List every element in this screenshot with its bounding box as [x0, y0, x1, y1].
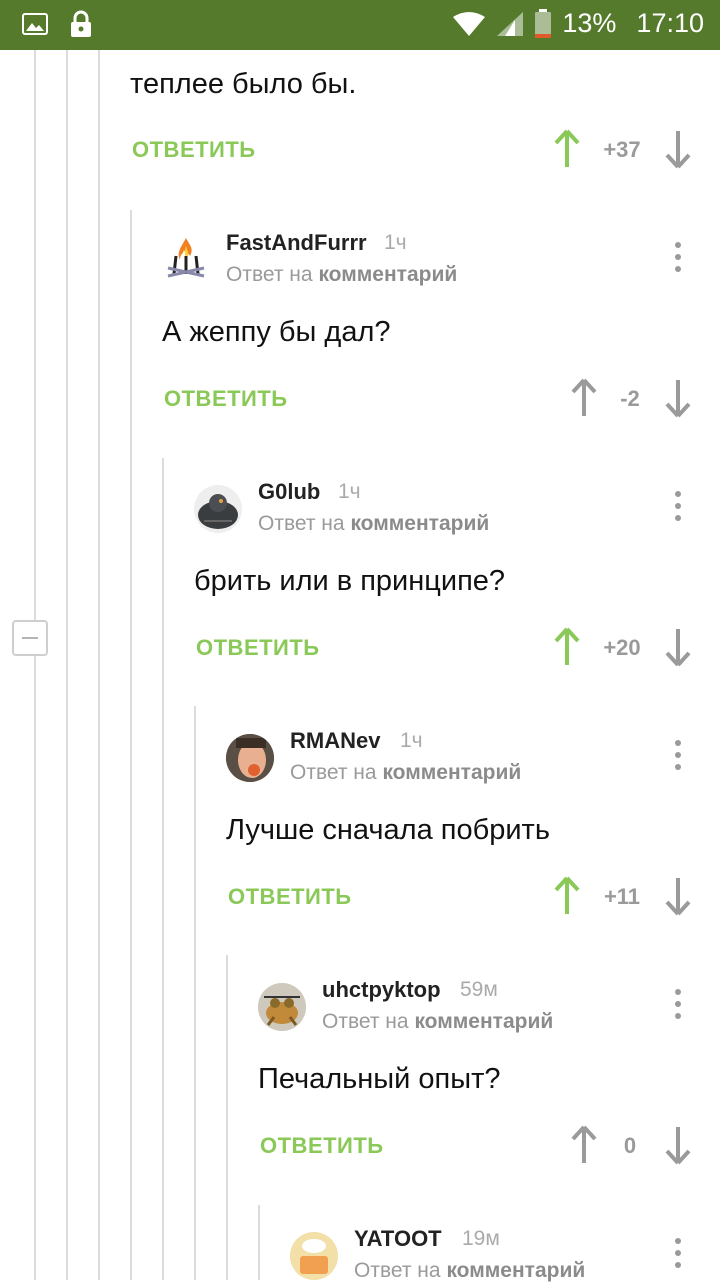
- downvote-icon[interactable]: [664, 1125, 692, 1165]
- comment-author[interactable]: YATOOT: [354, 1226, 442, 1252]
- reply-button[interactable]: ОТВЕТИТЬ: [164, 386, 288, 412]
- reply-button[interactable]: ОТВЕТИТЬ: [228, 884, 352, 910]
- reply-to: Ответ на комментарий: [290, 761, 522, 784]
- downvote-icon[interactable]: [664, 378, 692, 418]
- collapse-thread-button[interactable]: [12, 620, 48, 656]
- frog-avatar[interactable]: [258, 983, 306, 1031]
- comment-text: брить или в принципе?: [194, 565, 506, 597]
- cake-avatar[interactable]: [290, 1232, 338, 1280]
- upvote-icon[interactable]: [553, 627, 581, 667]
- comment-text: теплее было бы.: [130, 68, 357, 100]
- comment-text: А жеппу бы дал?: [162, 316, 391, 348]
- wifi-icon: [452, 11, 486, 37]
- reply-button[interactable]: ОТВЕТИТЬ: [196, 635, 320, 661]
- comment-time: 19м: [462, 1227, 500, 1250]
- score: +20: [603, 635, 641, 660]
- score: 0: [623, 1133, 637, 1158]
- thread-line: [34, 50, 36, 620]
- more-options-icon[interactable]: [666, 738, 690, 772]
- thread-line: [34, 656, 36, 1280]
- lock-icon: [70, 10, 92, 38]
- upvote-icon[interactable]: [553, 876, 581, 916]
- reply-to: Ответ на комментарий: [258, 512, 490, 535]
- battery-level: 13%: [562, 8, 617, 38]
- comment-time: 1ч: [384, 231, 407, 254]
- reply-to: Ответ на комментарий: [226, 263, 458, 286]
- upvote-icon[interactable]: [553, 129, 581, 169]
- reply-to: Ответ на комментарий: [322, 1010, 554, 1033]
- reply-button[interactable]: ОТВЕТИТЬ: [260, 1133, 384, 1159]
- downvote-icon[interactable]: [664, 876, 692, 916]
- signal-icon: [496, 11, 524, 37]
- reply-to-link[interactable]: комментарий: [446, 1259, 585, 1282]
- reply-button[interactable]: ОТВЕТИТЬ: [132, 137, 256, 163]
- more-options-icon[interactable]: [666, 1236, 690, 1270]
- upvote-icon[interactable]: [570, 1125, 598, 1165]
- battery-icon: [534, 8, 552, 39]
- reply-to-link[interactable]: комментарий: [414, 1010, 553, 1033]
- more-options-icon[interactable]: [666, 240, 690, 274]
- downvote-icon[interactable]: [664, 129, 692, 169]
- comment-text: Лучше сначала побрить: [226, 814, 550, 846]
- comment-time: 1ч: [400, 729, 423, 752]
- score: +37: [603, 137, 641, 162]
- comment-author[interactable]: RMANev: [290, 728, 380, 754]
- campfire-avatar[interactable]: [162, 234, 210, 282]
- comment-text: Печальный опыт?: [258, 1063, 501, 1095]
- comment-time: 59м: [460, 978, 498, 1001]
- comment-author[interactable]: G0lub: [258, 479, 320, 505]
- status-bar: 13% 17:10: [0, 0, 720, 50]
- upvote-icon[interactable]: [570, 378, 598, 418]
- reply-to: Ответ на комментарий: [354, 1259, 586, 1282]
- thread-line: [98, 50, 100, 1280]
- comment-author[interactable]: uhctpyktop: [322, 977, 441, 1003]
- thread-line: [258, 1205, 260, 1280]
- score: -2: [620, 386, 640, 411]
- thread-line: [130, 210, 132, 1280]
- score: +11: [603, 884, 641, 909]
- thread-line: [194, 706, 196, 1280]
- thread-line: [66, 50, 68, 1280]
- reply-to-link[interactable]: комментарий: [318, 263, 457, 286]
- reply-to-link[interactable]: комментарий: [382, 761, 521, 784]
- thread-line: [162, 458, 164, 1280]
- more-options-icon[interactable]: [666, 987, 690, 1021]
- image-icon: [22, 13, 48, 35]
- photo-avatar[interactable]: [226, 734, 274, 782]
- thread-line: [226, 955, 228, 1280]
- more-options-icon[interactable]: [666, 489, 690, 523]
- clock: 17:10: [636, 8, 704, 38]
- comment-author[interactable]: FastAndFurrr: [226, 230, 367, 256]
- downvote-icon[interactable]: [664, 627, 692, 667]
- pigeon-avatar[interactable]: [194, 485, 242, 533]
- reply-to-link[interactable]: комментарий: [350, 512, 489, 535]
- comment-time: 1ч: [338, 480, 361, 503]
